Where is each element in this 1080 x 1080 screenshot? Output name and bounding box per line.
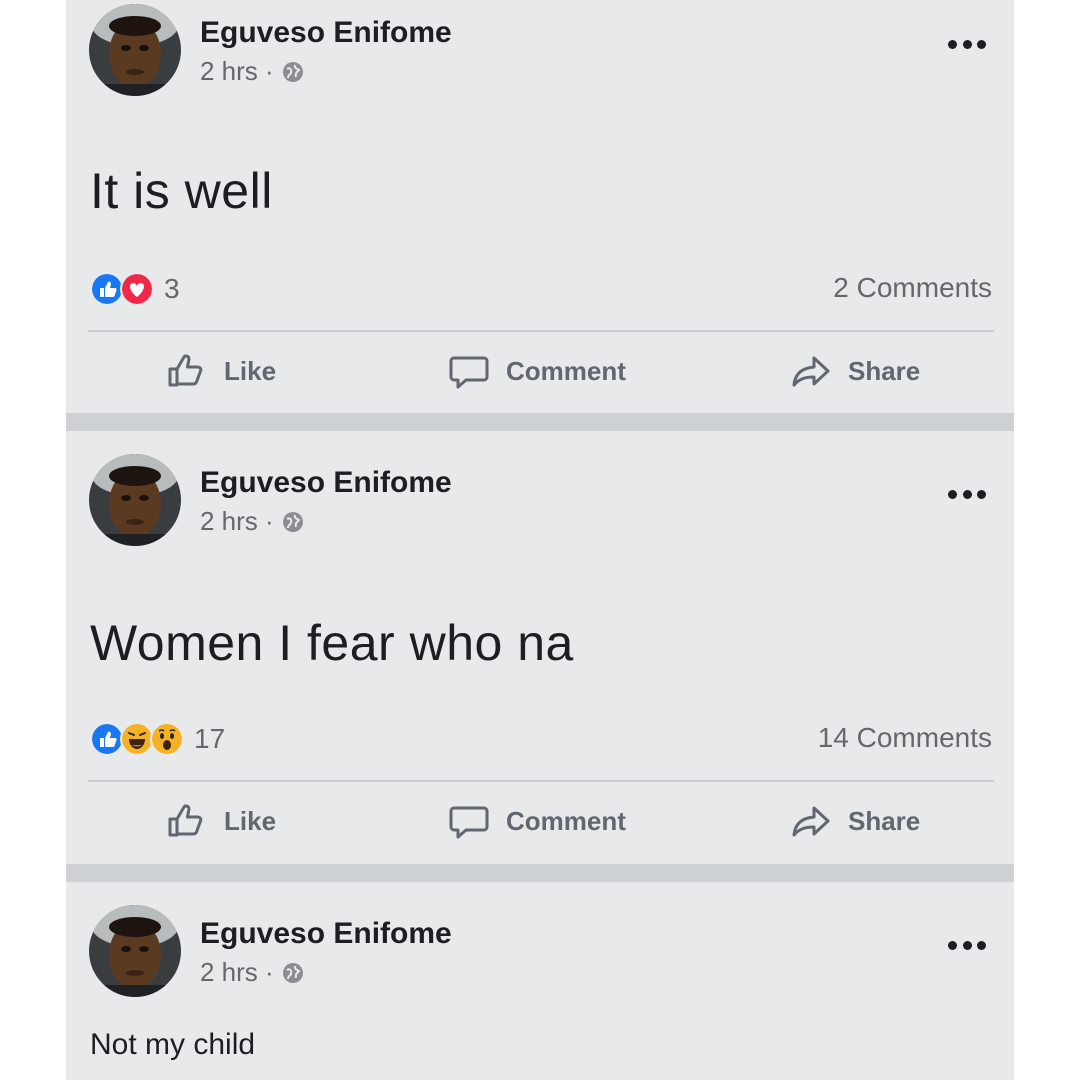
share-icon <box>790 350 832 392</box>
like-label: Like <box>224 355 277 386</box>
thumbs-up-icon <box>166 350 208 392</box>
post-meta: 2 hrs · <box>200 56 304 87</box>
share-label: Share <box>848 355 921 386</box>
avatar[interactable] <box>89 454 181 546</box>
post-meta: 2 hrs · <box>200 957 304 988</box>
post-text: Women I fear who na <box>90 615 574 671</box>
avatar[interactable] <box>89 905 181 997</box>
divider <box>88 780 994 782</box>
comment-label: Comment <box>506 805 626 836</box>
post-author[interactable]: Eguveso Enifome <box>200 466 452 500</box>
more-options-icon[interactable] <box>948 38 986 50</box>
haha-reaction-icon <box>120 722 154 756</box>
post-text: It is well <box>90 163 273 219</box>
like-button[interactable]: Like <box>166 350 276 392</box>
share-label: Share <box>848 805 921 836</box>
like-reaction-icon <box>90 272 124 306</box>
reaction-count: 3 <box>164 273 180 304</box>
globe-icon <box>282 511 304 533</box>
comment-button[interactable]: Comment <box>448 800 626 842</box>
comment-icon <box>448 350 490 392</box>
comment-icon <box>448 800 490 842</box>
like-button[interactable]: Like <box>166 800 276 842</box>
post-author[interactable]: Eguveso Enifome <box>200 917 452 951</box>
globe-icon <box>282 962 304 984</box>
reactions-summary[interactable]: 17 <box>90 722 225 756</box>
like-reaction-icon <box>90 722 124 756</box>
share-button[interactable]: Share <box>790 800 920 842</box>
more-options-icon[interactable] <box>948 488 986 500</box>
post-time[interactable]: 2 hrs · <box>200 506 274 537</box>
post-meta: 2 hrs · <box>200 506 304 537</box>
globe-icon <box>282 61 304 83</box>
thumbs-up-icon <box>166 800 208 842</box>
post-time[interactable]: 2 hrs · <box>200 957 274 988</box>
comment-label: Comment <box>506 355 626 386</box>
post-text: Not my child <box>90 1028 256 1061</box>
comments-count[interactable]: 2 Comments <box>833 272 992 304</box>
feed-frame: Eguveso Enifome 2 hrs · It is well 3 2 C… <box>66 0 1014 1080</box>
reactions-summary[interactable]: 3 <box>90 272 180 306</box>
post-card: Eguveso Enifome 2 hrs · Women I fear who… <box>66 431 1014 864</box>
post-author[interactable]: Eguveso Enifome <box>200 16 452 50</box>
avatar[interactable] <box>89 4 181 96</box>
comment-button[interactable]: Comment <box>448 350 626 392</box>
post-time[interactable]: 2 hrs · <box>200 56 274 87</box>
share-button[interactable]: Share <box>790 350 920 392</box>
wow-reaction-icon <box>150 722 184 756</box>
post-card: Eguveso Enifome 2 hrs · It is well 3 2 C… <box>66 0 1014 413</box>
like-label: Like <box>224 805 277 836</box>
divider <box>88 330 994 332</box>
love-reaction-icon <box>120 272 154 306</box>
comments-count[interactable]: 14 Comments <box>818 722 992 754</box>
share-icon <box>790 800 832 842</box>
more-options-icon[interactable] <box>948 939 986 951</box>
post-card: Eguveso Enifome 2 hrs · Not my child <box>66 882 1014 1080</box>
reaction-count: 17 <box>194 723 226 754</box>
